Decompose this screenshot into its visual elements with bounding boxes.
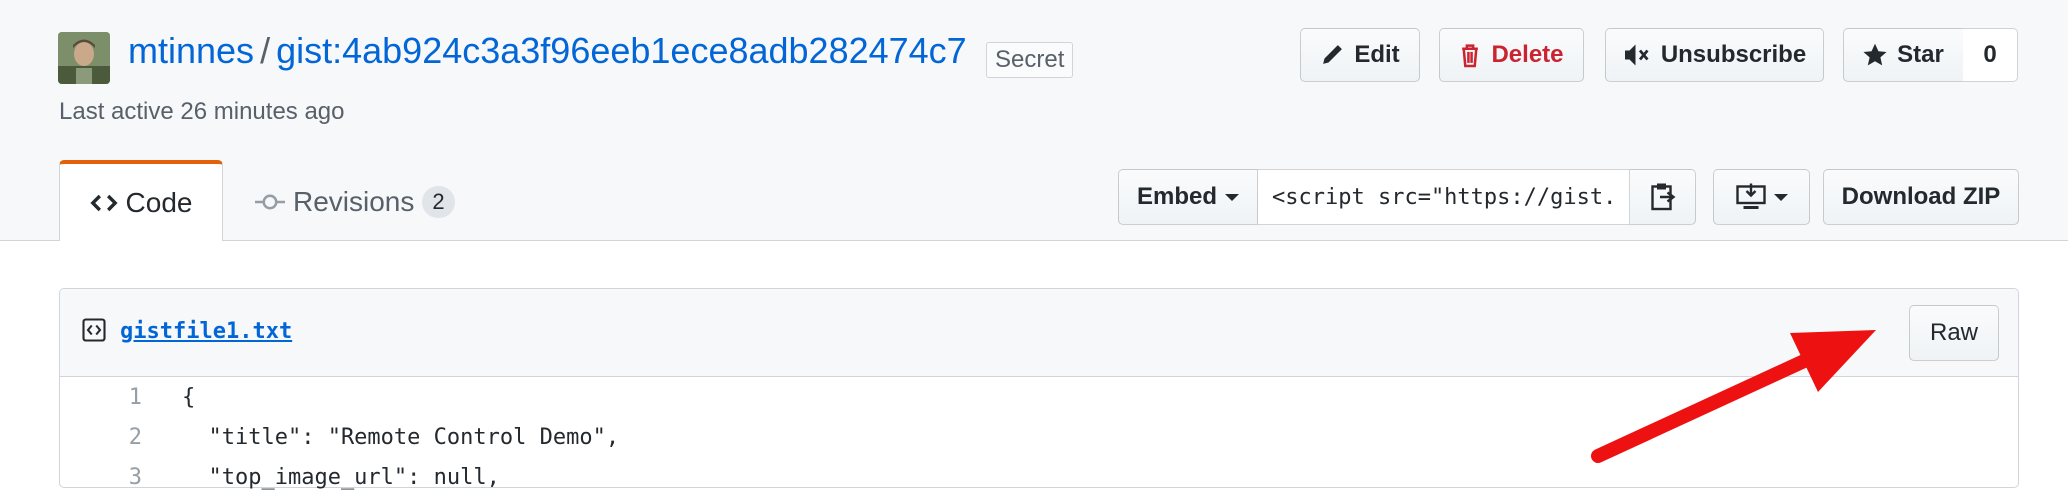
caret-down-icon: [1773, 194, 1788, 201]
file-name-link[interactable]: gistfile1.txt: [120, 319, 292, 344]
code-line: 1 {: [60, 377, 2018, 417]
delete-label: Delete: [1491, 41, 1564, 68]
line-number[interactable]: 2: [60, 425, 142, 450]
last-active-text: Last active 26 minutes ago: [59, 98, 345, 125]
embed-code-input[interactable]: <script src="https://gist.: [1258, 169, 1630, 225]
raw-button[interactable]: Raw: [1909, 305, 1999, 361]
code-line: 3 "top_image_url": null,: [60, 457, 2018, 497]
gist-header-area: mtinnes / gist:4ab924c3a3f96eeb1ece8adb282…: [0, 0, 2068, 241]
line-number[interactable]: 1: [60, 385, 142, 410]
gist-title: mtinnes / gist:4ab924c3a3f96eeb1ece8adb282…: [128, 30, 967, 72]
clipboard-icon: [1650, 183, 1675, 211]
tab-code-label: Code: [125, 186, 193, 218]
secret-badge: Secret: [986, 42, 1074, 78]
star-count[interactable]: 0: [1963, 28, 2018, 82]
open-desktop-button[interactable]: [1713, 169, 1810, 225]
line-content: "title": "Remote Control Demo",: [182, 425, 620, 450]
tab-code[interactable]: Code: [59, 160, 223, 241]
embed-group: Embed <script src="https://gist.: [1118, 169, 1696, 225]
line-number[interactable]: 3: [60, 465, 142, 490]
copy-clipboard-button[interactable]: [1630, 169, 1696, 225]
edit-button[interactable]: Edit: [1300, 28, 1420, 82]
tab-revisions[interactable]: Revisions 2: [255, 186, 455, 218]
caret-down-icon: [1225, 194, 1239, 201]
delete-button[interactable]: Delete: [1439, 28, 1584, 82]
pencil-icon: [1323, 45, 1343, 64]
line-content: {: [182, 385, 196, 410]
title-separator: /: [260, 30, 271, 71]
line-content: "top_image_url": null,: [182, 465, 500, 490]
file-box: gistfile1.txt Raw 1 { 2 "title": "Remote…: [59, 288, 2019, 490]
avatar-image: [58, 32, 110, 84]
star-icon: [1863, 43, 1887, 66]
star-button[interactable]: Star: [1843, 28, 1964, 82]
tab-revisions-label: Revisions: [293, 186, 415, 217]
code-icon: [89, 194, 118, 211]
embed-dropdown-button[interactable]: Embed: [1118, 169, 1258, 225]
embed-label: Embed: [1136, 183, 1217, 210]
unsubscribe-label: Unsubscribe: [1660, 41, 1807, 68]
owner-link[interactable]: mtinnes: [128, 30, 254, 71]
star-label: Star: [1897, 41, 1944, 68]
avatar[interactable]: [58, 32, 110, 84]
code-line: 2 "title": "Remote Control Demo",: [60, 417, 2018, 457]
download-zip-label: Download ZIP: [1841, 183, 2001, 210]
file-header: gistfile1.txt Raw: [60, 289, 2018, 377]
gist-name-link[interactable]: gist:4ab924c3a3f96eeb1ece8adb282474c7: [276, 30, 967, 71]
trash-icon: [1462, 44, 1479, 68]
mute-icon: [1624, 44, 1649, 66]
file-code-icon: [82, 318, 106, 342]
revisions-icon: [255, 194, 285, 210]
desktop-download-icon: [1735, 183, 1766, 209]
unsubscribe-button[interactable]: Unsubscribe: [1605, 28, 1824, 82]
edit-label: Edit: [1354, 41, 1400, 68]
download-zip-button[interactable]: Download ZIP: [1823, 169, 2019, 225]
code-view: 1 { 2 "title": "Remote Control Demo", 3 …: [60, 377, 2018, 497]
revisions-count-badge: 2: [422, 186, 455, 218]
